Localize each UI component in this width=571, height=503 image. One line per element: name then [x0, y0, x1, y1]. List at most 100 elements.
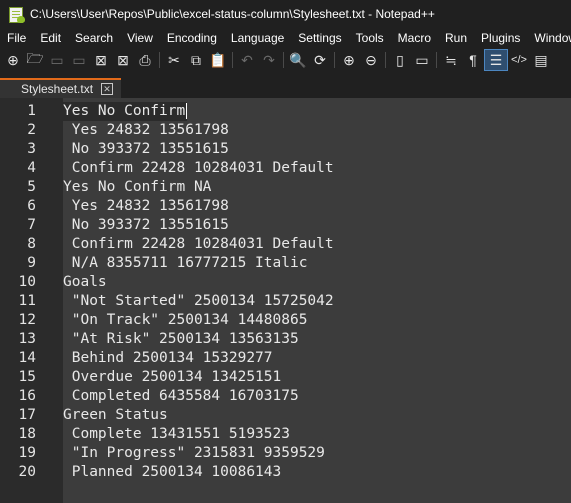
line-text: Green Status [63, 407, 168, 423]
line-text: Confirm 22428 10284031 Default [63, 160, 334, 176]
menu-tools[interactable]: Tools [349, 31, 391, 45]
line-text: Confirm 22428 10284031 Default [63, 236, 334, 252]
save-all-icon[interactable]: ▭ [68, 49, 90, 71]
paste-icon[interactable]: 📋 [207, 49, 229, 71]
menu-view[interactable]: View [120, 31, 160, 45]
editor-line: 3 No 393372 13551615 [0, 140, 571, 159]
editor-line: 12 "On Track" 2500134 14480865 [0, 311, 571, 330]
line-text: Behind 2500134 15329277 [63, 350, 273, 366]
document-map-icon[interactable]: ▤ [530, 49, 552, 71]
copy-icon[interactable]: ⧉ [185, 49, 207, 71]
line-number: 12 [18, 312, 36, 328]
line-text: "At Risk" 2500134 13563135 [63, 331, 299, 347]
undo-icon[interactable]: ↶ [236, 49, 258, 71]
menu-file[interactable]: File [0, 31, 33, 45]
editor-line: 19 "In Progress" 2315831 9359529 [0, 444, 571, 463]
menu-bar: File Edit Search View Encoding Language Settin… [0, 28, 571, 48]
line-number: 6 [27, 198, 36, 214]
line-number: 20 [18, 464, 36, 480]
menu-macro[interactable]: Macro [391, 31, 438, 45]
line-number: 13 [18, 331, 36, 347]
tab-bar: Stylesheet.txt ✕ [0, 72, 571, 98]
menu-edit[interactable]: Edit [33, 31, 68, 45]
word-wrap-icon[interactable]: ≒ [440, 49, 462, 71]
find-icon[interactable]: 🔍 [287, 49, 309, 71]
indent-guide-icon[interactable]: ☰ [484, 49, 508, 71]
menu-search[interactable]: Search [68, 31, 120, 45]
zoom-out-icon[interactable]: ⊖ [360, 49, 382, 71]
menu-settings[interactable]: Settings [291, 31, 348, 45]
line-number: 14 [18, 350, 36, 366]
toolbar-separator [334, 52, 335, 68]
menu-window[interactable]: Window [527, 31, 571, 45]
line-number: 7 [27, 217, 36, 233]
line-text: N/A 8355711 16777215 Italic [63, 255, 308, 271]
line-text: No 393372 13551615 [63, 217, 229, 233]
xml-tag-icon[interactable]: </> [508, 49, 530, 71]
zoom-in-icon[interactable]: ⊕ [338, 49, 360, 71]
editor-line: 5 Yes No Confirm NA [0, 178, 571, 197]
line-number: 10 [18, 274, 36, 290]
close-tab-icon[interactable]: ✕ [101, 83, 113, 95]
editor-line: 4 Confirm 22428 10284031 Default [0, 159, 571, 178]
line-text: No 393372 13551615 [63, 141, 229, 157]
sync-vertical-icon[interactable]: ▯ [389, 49, 411, 71]
editor-line: 9 N/A 8355711 16777215 Italic [0, 254, 571, 273]
line-number: 8 [27, 236, 36, 252]
toolbar-separator [232, 52, 233, 68]
line-text: Yes 24832 13561798 [63, 122, 229, 138]
line-number: 18 [18, 426, 36, 442]
redo-icon[interactable]: ↷ [258, 49, 280, 71]
editor-line: 14 Behind 2500134 15329277 [0, 349, 571, 368]
line-number: 3 [27, 141, 36, 157]
menu-run[interactable]: Run [438, 31, 474, 45]
tab-stylesheet[interactable]: Stylesheet.txt ✕ [0, 78, 121, 98]
line-text: Yes 24832 13561798 [63, 198, 229, 214]
show-all-chars-icon[interactable]: ¶ [462, 49, 484, 71]
menu-language[interactable]: Language [224, 31, 291, 45]
editor-line: 15 Overdue 2500134 13425151 [0, 368, 571, 387]
editor-line: 13 "At Risk" 2500134 13563135 [0, 330, 571, 349]
line-number: 15 [18, 369, 36, 385]
menu-plugins[interactable]: Plugins [474, 31, 527, 45]
menu-encoding[interactable]: Encoding [160, 31, 224, 45]
toolbar: ⊕ 🗁 ▭ ▭ ⊠ ⊠ ⎙ ✂ ⧉ 📋 ↶ ↷ 🔍 ⟳ ⊕ ⊖ ▯ ▭ ≒ ¶ ☰ </> ▤ [0, 48, 571, 72]
editor-line: 2 Yes 24832 13561798 [0, 121, 571, 140]
close-all-icon[interactable]: ⊠ [112, 49, 134, 71]
line-text: "Not Started" 2500134 15725042 [63, 293, 334, 309]
editor-line: 16 Completed 6435584 16703175 [0, 387, 571, 406]
editor-line: 11 "Not Started" 2500134 15725042 [0, 292, 571, 311]
line-text: Completed 6435584 16703175 [63, 388, 299, 404]
line-number: 5 [27, 179, 36, 195]
line-number: 19 [18, 445, 36, 461]
editor-line: 20 Planned 2500134 10086143 [0, 463, 571, 482]
editor[interactable]: 1 Yes No Confirm 2 Yes 24832 13561798 3 No … [0, 98, 571, 503]
editor-line: 1 Yes No Confirm [0, 102, 571, 121]
title-bar: C:\Users\User\Repos\Public\excel-status-… [0, 0, 571, 28]
save-icon[interactable]: ▭ [46, 49, 68, 71]
line-text: Planned 2500134 10086143 [63, 464, 282, 480]
line-text: Yes No Confirm NA [63, 179, 212, 195]
tab-label: Stylesheet.txt [21, 82, 94, 96]
editor-line: 6 Yes 24832 13561798 [0, 197, 571, 216]
line-number: 16 [18, 388, 36, 404]
print-icon[interactable]: ⎙ [134, 49, 156, 71]
editor-lines: 1 Yes No Confirm 2 Yes 24832 13561798 3 No … [0, 102, 571, 482]
line-number: 4 [27, 160, 36, 176]
editor-line: 8 Confirm 22428 10284031 Default [0, 235, 571, 254]
editor-line: 17 Green Status [0, 406, 571, 425]
line-text: Complete 13431551 5193523 [63, 426, 290, 442]
close-icon[interactable]: ⊠ [90, 49, 112, 71]
cut-icon[interactable]: ✂ [163, 49, 185, 71]
editor-line: 18 Complete 13431551 5193523 [0, 425, 571, 444]
notepad-plus-plus-icon [8, 6, 25, 23]
line-number: 2 [27, 122, 36, 138]
new-file-icon[interactable]: ⊕ [2, 49, 24, 71]
line-number: 11 [18, 293, 36, 309]
line-number: 17 [18, 407, 36, 423]
line-text: "On Track" 2500134 14480865 [63, 312, 308, 328]
open-file-icon[interactable]: 🗁 [24, 49, 46, 71]
replace-icon[interactable]: ⟳ [309, 49, 331, 71]
window-title: C:\Users\User\Repos\Public\excel-status-… [30, 7, 435, 21]
sync-horizontal-icon[interactable]: ▭ [411, 49, 433, 71]
